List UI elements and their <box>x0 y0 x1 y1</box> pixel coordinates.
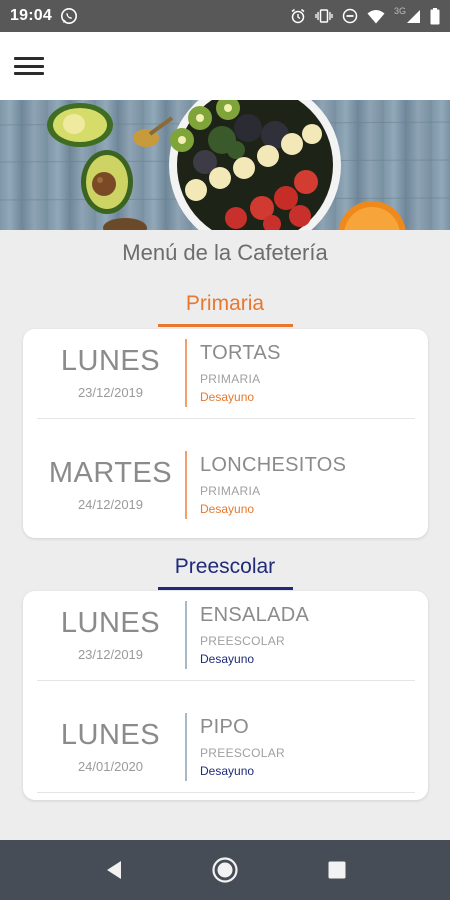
entry-divider <box>37 680 415 681</box>
entry-day: LUNES <box>60 345 161 377</box>
entry-level: PREESCOLAR <box>200 746 286 760</box>
app-bar <box>0 32 450 100</box>
hero-image <box>0 100 450 230</box>
menu-entry[interactable]: LUNES 23/12/2019 ENSALADA PREESCOLAR Des… <box>23 591 428 703</box>
section-underline-primaria <box>158 324 293 327</box>
status-time: 19:04 <box>10 7 52 24</box>
entry-date: 23/12/2019 <box>77 385 144 400</box>
alarm-icon <box>290 8 306 24</box>
menu-entry[interactable]: MARTES 24/12/2019 LONCHESITOS PRIMARIA D… <box>23 441 428 553</box>
entry-accent-bar <box>185 451 187 519</box>
page-title: Menú de la Cafetería <box>122 240 328 265</box>
entry-meal: Desayuno <box>200 652 255 666</box>
navigation-bar <box>0 840 450 900</box>
entry-date: 24/12/2019 <box>77 497 144 512</box>
entry-accent-bar <box>185 713 187 781</box>
entry-date: 24/01/2020 <box>77 759 144 774</box>
wifi-icon <box>367 9 385 24</box>
menu-entry[interactable]: LUNES 23/12/2019 TORTAS PRIMARIA Desayun… <box>23 329 428 441</box>
do-not-disturb-icon <box>342 8 358 24</box>
menu-card-preescolar: LUNES 23/12/2019 ENSALADA PREESCOLAR Des… <box>23 591 428 800</box>
entry-day: LUNES <box>60 719 161 751</box>
section-title-primaria: Primaria <box>185 292 265 315</box>
entry-divider <box>37 418 415 419</box>
status-bar: 19:04 3G <box>0 0 450 32</box>
entry-dish: TORTAS <box>200 342 281 364</box>
battery-icon <box>430 7 440 25</box>
menu-card-primaria: LUNES 23/12/2019 TORTAS PRIMARIA Desayun… <box>23 329 428 538</box>
entry-dish: ENSALADA <box>200 604 310 626</box>
entry-dish: LONCHESITOS <box>200 454 347 476</box>
entry-level: PRIMARIA <box>200 372 261 386</box>
menu-entry[interactable]: LUNES 24/01/2020 PIPO PREESCOLAR Desayun… <box>23 703 428 815</box>
vibrate-icon <box>315 8 333 24</box>
entry-accent-bar <box>185 339 187 407</box>
hamburger-menu-icon[interactable] <box>12 53 46 79</box>
entry-meal: Desayuno <box>200 764 255 778</box>
recents-icon[interactable] <box>321 854 353 886</box>
section-title-preescolar: Preescolar <box>174 555 276 578</box>
entry-day: LUNES <box>60 607 161 639</box>
section-underline-preescolar <box>158 587 293 590</box>
entry-dish: PIPO <box>200 716 249 738</box>
network-type-label: 3G <box>393 6 406 16</box>
signal-icon <box>407 9 421 24</box>
entry-level: PREESCOLAR <box>200 634 286 648</box>
whatsapp-icon <box>60 7 78 25</box>
entry-date: 23/12/2019 <box>77 647 144 662</box>
back-icon[interactable] <box>98 854 130 886</box>
entry-day: MARTES <box>48 457 173 489</box>
entry-divider <box>37 792 415 793</box>
home-icon[interactable] <box>209 854 241 886</box>
entry-meal: Desayuno <box>200 390 255 404</box>
entry-meal: Desayuno <box>200 502 255 516</box>
entry-level: PRIMARIA <box>200 484 261 498</box>
entry-accent-bar <box>185 601 187 669</box>
